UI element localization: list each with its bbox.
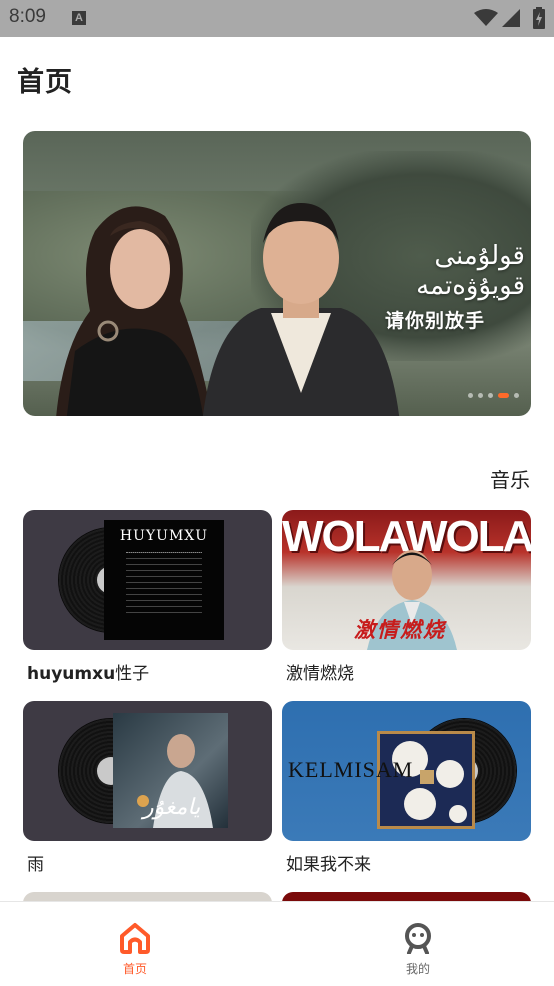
nav-tab-home[interactable]: 首页: [95, 922, 175, 977]
banner-chinese-title: 请你别放手: [385, 310, 486, 332]
music-card[interactable]: WOLAWOLA 激情燃烧 激情燃烧: [282, 510, 531, 684]
signal-icon: [502, 9, 520, 27]
wifi-icon: [474, 9, 498, 26]
carousel-dot-active[interactable]: [498, 393, 509, 398]
tracklist-graphic: [126, 552, 202, 613]
music-card-title[interactable]: 雨: [23, 850, 272, 875]
title-bold-part: huyumxu: [27, 664, 116, 684]
music-card-title[interactable]: 如果我不来: [282, 850, 531, 875]
music-card[interactable]: KELMISAM 如果我不来: [282, 701, 531, 875]
music-section-title: 音乐: [490, 468, 530, 492]
banner-carousel[interactable]: قولۇمنى قويۇۋەتمە 请你别放手: [23, 131, 531, 416]
battery-icon: [533, 7, 545, 29]
cover-title: KELMISAM: [288, 757, 414, 782]
status-time: 8:09: [9, 6, 46, 27]
status-bar: 8:09 A: [0, 0, 554, 37]
home-icon: [120, 923, 150, 954]
carousel-indicator: [468, 393, 519, 398]
music-card[interactable]: يامغۇر 雨: [23, 701, 272, 875]
page-title: 首页: [17, 67, 73, 98]
carousel-dot[interactable]: [478, 393, 483, 398]
profile-icon: [405, 923, 431, 955]
nav-label-home: 首页: [122, 962, 147, 976]
carousel-dot[interactable]: [468, 393, 473, 398]
carousel-dot[interactable]: [514, 393, 519, 398]
album-cover[interactable]: KELMISAM: [282, 701, 531, 841]
notification-icon: A: [72, 11, 86, 25]
banner-uyghur-title: قولۇمنى قويۇۋەتمە: [416, 241, 525, 301]
cover-subtitle: 激情燃烧: [354, 618, 446, 642]
music-card-title[interactable]: 激情燃烧: [282, 659, 531, 684]
nav-label-profile: 我的: [405, 962, 430, 976]
cover-title: يامغۇر: [143, 795, 201, 820]
album-cover[interactable]: يامغۇر: [23, 701, 272, 841]
cover-title: HUYUMXU: [119, 528, 209, 544]
banner-woman-image: [56, 206, 213, 416]
title-rest-part: 性子: [115, 664, 150, 684]
nav-tab-profile[interactable]: 我的: [378, 922, 458, 977]
album-sleeve: HUYUMXU: [104, 520, 224, 640]
music-card[interactable]: HUYUMXU huyumxu性子: [23, 510, 272, 684]
music-card-title[interactable]: huyumxu性子: [23, 659, 272, 684]
carousel-dot[interactable]: [488, 393, 493, 398]
album-sleeve: يامغۇر: [113, 713, 228, 828]
album-cover[interactable]: HUYUMXU: [23, 510, 272, 650]
bottom-navigation: 首页 我的: [0, 901, 554, 986]
album-cover[interactable]: WOLAWOLA 激情燃烧: [282, 510, 531, 650]
